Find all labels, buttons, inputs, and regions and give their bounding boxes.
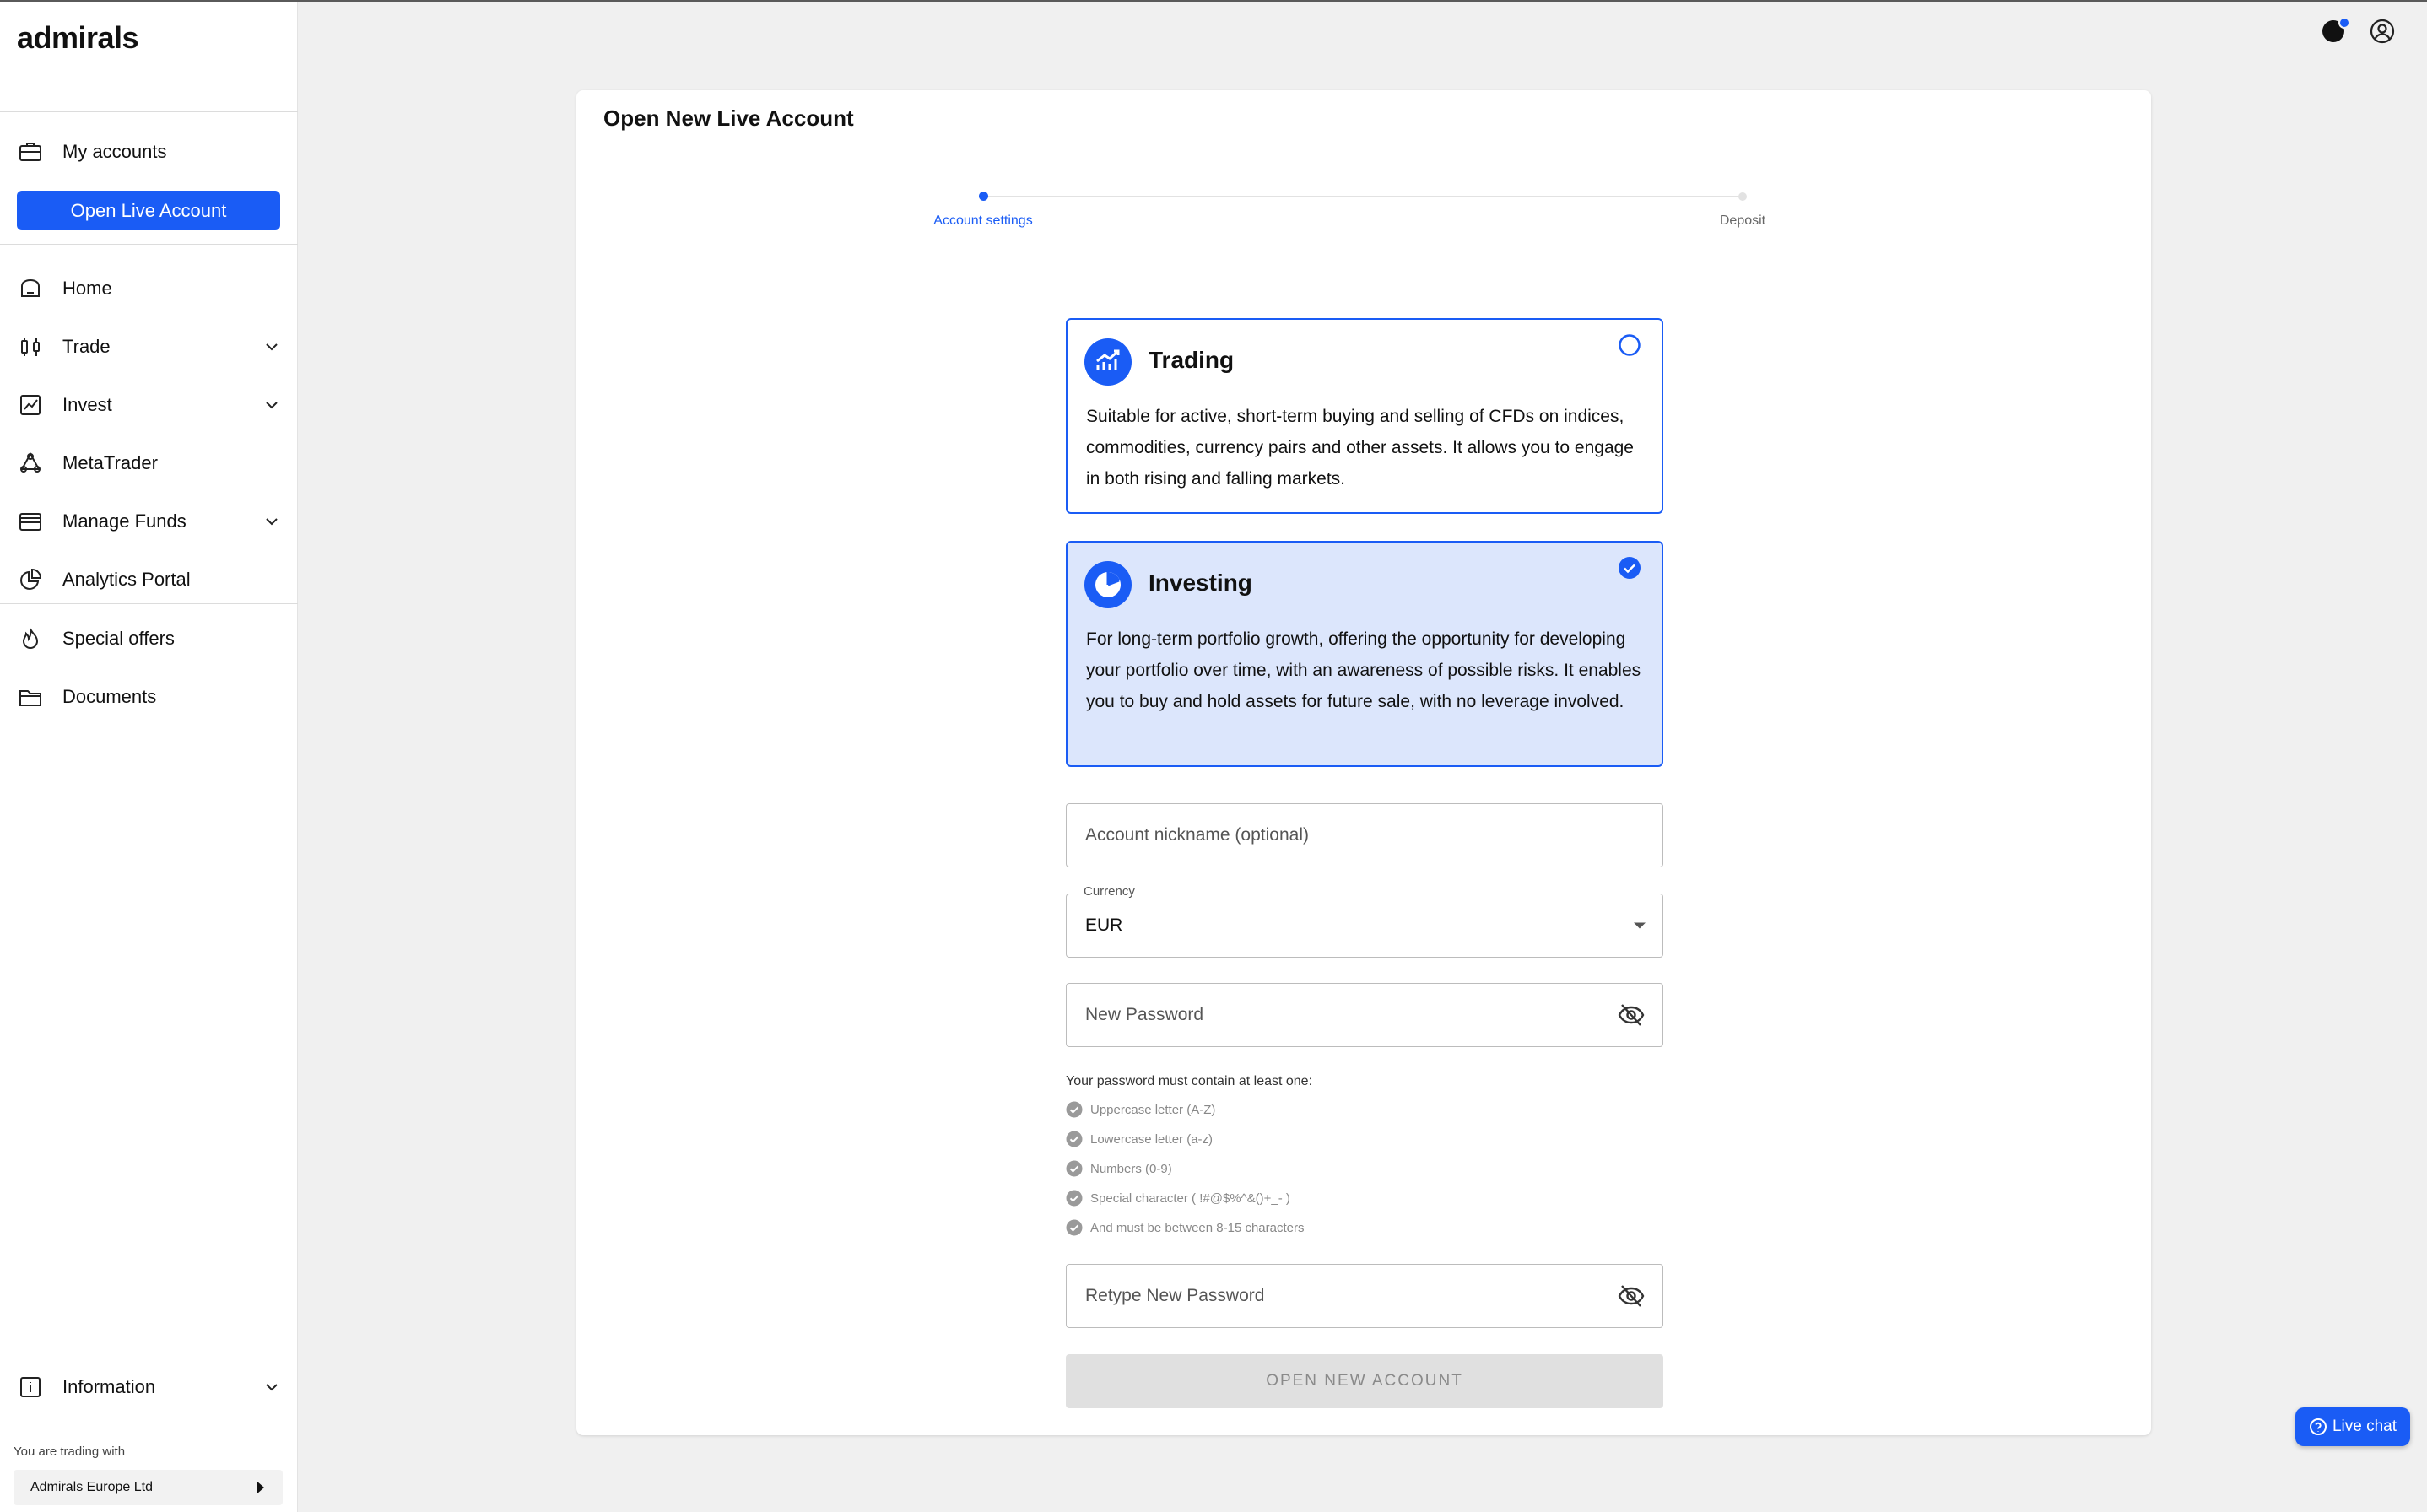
- step-dot: [1738, 192, 1747, 201]
- sidebar-item-label: Trade: [62, 336, 111, 357]
- currency-select[interactable]: Currency EUR: [1066, 884, 1663, 958]
- investing-pie-icon: [1084, 561, 1132, 608]
- sidebar-divider: [0, 244, 298, 245]
- sidebar-item-manage-funds[interactable]: Manage Funds: [0, 496, 298, 547]
- radio-unselected-icon[interactable]: [1618, 333, 1641, 357]
- notification-badge: [2338, 17, 2350, 29]
- option-description: For long-term portfolio growth, offering…: [1086, 629, 1641, 711]
- admirals-logo[interactable]: admirals: [17, 20, 139, 56]
- help-circle-icon: [2309, 1418, 2327, 1435]
- sidebar-divider: [0, 603, 298, 604]
- caret-right-icon: [257, 1482, 264, 1493]
- chevron-down-icon: [266, 1384, 278, 1391]
- trading-with-label: You are trading with: [14, 1444, 126, 1459]
- sidebar-item-metatrader[interactable]: MetaTrader: [0, 438, 298, 489]
- step-dot-active: [979, 192, 988, 201]
- entity-selector[interactable]: Admirals Europe Ltd: [14, 1470, 283, 1505]
- sidebar-item-documents[interactable]: Documents: [0, 672, 298, 722]
- candlestick-icon: [21, 338, 40, 356]
- eye-off-icon[interactable]: [1617, 1001, 1646, 1029]
- new-password-field[interactable]: New Password: [1066, 983, 1663, 1047]
- requirement-text: Uppercase letter (A-Z): [1090, 1102, 1216, 1117]
- briefcase-icon: [19, 143, 41, 161]
- requirement-item: Special character ( !#@$%^&()+_- ): [1066, 1189, 1290, 1207]
- trading-chart-icon: [1084, 338, 1132, 386]
- info-icon: [20, 1377, 41, 1397]
- folder-icon: [19, 690, 41, 706]
- requirement-item: Numbers (0-9): [1066, 1159, 1172, 1178]
- sidebar-item-label: Documents: [62, 686, 157, 707]
- sidebar-item-analytics-portal[interactable]: Analytics Portal: [0, 554, 298, 605]
- wallet-icon: [19, 513, 41, 531]
- sidebar-item-trade[interactable]: Trade: [0, 321, 298, 372]
- requirement-text: Numbers (0-9): [1090, 1161, 1172, 1176]
- window-top-border: [0, 0, 2427, 2]
- open-account-card: Open New Live Account Account settings D…: [576, 90, 2151, 1435]
- option-description: Suitable for active, short-term buying a…: [1086, 407, 1634, 489]
- page-title: Open New Live Account: [603, 105, 854, 131]
- password-placeholder: New Password: [1085, 1005, 1204, 1024]
- nickname-placeholder: Account nickname (optional): [1085, 825, 1309, 845]
- check-circle-icon[interactable]: [1618, 556, 1641, 580]
- check-circle-icon: [1066, 1101, 1083, 1118]
- chevron-down-icon: [266, 343, 278, 351]
- sidebar-item-label: My accounts: [62, 141, 167, 162]
- chevron-down-icon: [266, 518, 278, 526]
- sidebar-divider: [0, 111, 298, 112]
- sidebar-item-invest[interactable]: Invest: [0, 380, 298, 430]
- chevron-down-icon: [266, 402, 278, 409]
- dropdown-arrow-icon: [1634, 922, 1646, 929]
- option-title: Investing: [1149, 570, 1252, 596]
- option-title: Trading: [1149, 347, 1235, 373]
- open-new-account-button[interactable]: OPEN NEW ACCOUNT: [1066, 1354, 1663, 1408]
- check-circle-icon: [1066, 1219, 1083, 1236]
- sidebar-item-home[interactable]: Home: [0, 263, 298, 314]
- live-chat-label: Live chat: [2332, 1418, 2397, 1435]
- live-chat-button[interactable]: Live chat: [2295, 1407, 2410, 1446]
- check-circle-icon: [1066, 1190, 1083, 1207]
- requirement-text: Special character ( !#@$%^&()+_- ): [1090, 1191, 1290, 1206]
- sidebar: admirals My accounts Open Live Account H…: [0, 2, 298, 1512]
- requirement-item: And must be between 8-15 characters: [1066, 1218, 1304, 1237]
- user-profile-icon[interactable]: [2368, 17, 2397, 46]
- sidebar-item-label: Invest: [62, 394, 112, 415]
- check-circle-icon: [1066, 1131, 1083, 1148]
- requirement-text: Lowercase letter (a-z): [1090, 1131, 1214, 1147]
- open-live-account-button[interactable]: Open Live Account: [17, 191, 280, 230]
- pie-chart-icon: [20, 568, 42, 590]
- home-icon: [21, 278, 40, 297]
- sidebar-item-my-accounts[interactable]: My accounts: [0, 127, 298, 177]
- sidebar-item-information[interactable]: Information: [0, 1362, 298, 1412]
- entity-name: Admirals Europe Ltd: [30, 1480, 153, 1494]
- account-nickname-field[interactable]: Account nickname (optional): [1066, 803, 1663, 867]
- sidebar-item-special-offers[interactable]: Special offers: [0, 613, 298, 664]
- option-trading[interactable]: Trading Suitable for active, short-term …: [1066, 318, 1663, 514]
- flame-icon: [22, 628, 39, 649]
- sidebar-item-label: Information: [62, 1376, 156, 1397]
- sidebar-item-label: Manage Funds: [62, 510, 186, 532]
- retype-password-field[interactable]: Retype New Password: [1066, 1264, 1663, 1328]
- metatrader-icon: [20, 451, 41, 472]
- sidebar-item-label: MetaTrader: [62, 452, 158, 473]
- eye-off-icon[interactable]: [1617, 1282, 1646, 1310]
- option-investing[interactable]: Investing For long-term portfolio growth…: [1066, 541, 1663, 767]
- currency-label: Currency: [1078, 884, 1140, 899]
- sidebar-item-label: Analytics Portal: [62, 569, 191, 590]
- requirement-item: Lowercase letter (a-z): [1066, 1130, 1213, 1148]
- requirement-text: And must be between 8-15 characters: [1090, 1220, 1305, 1235]
- stepper-track: [983, 196, 1743, 197]
- sidebar-item-label: Special offers: [62, 628, 175, 649]
- password-requirements-title: Your password must contain at least one:: [1066, 1074, 1313, 1088]
- requirement-item: Uppercase letter (A-Z): [1066, 1100, 1215, 1119]
- chart-line-icon: [20, 395, 41, 415]
- check-circle-icon: [1066, 1160, 1083, 1177]
- retype-placeholder: Retype New Password: [1085, 1286, 1265, 1305]
- sidebar-item-label: Home: [62, 278, 112, 299]
- step-deposit: Deposit: [1719, 213, 1766, 228]
- step-account-settings: Account settings: [933, 213, 1033, 228]
- currency-value: EUR: [1085, 915, 1123, 935]
